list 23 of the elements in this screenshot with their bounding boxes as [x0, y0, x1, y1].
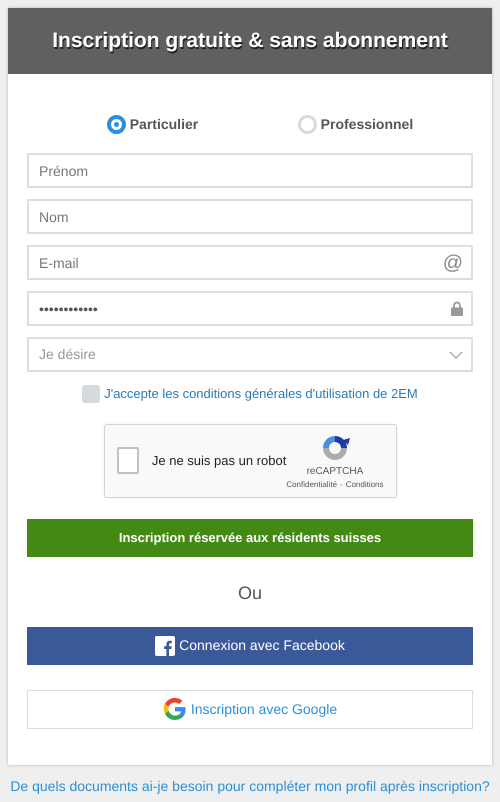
captcha-checkbox[interactable]	[116, 447, 139, 474]
password-field[interactable]: ••••••••••••	[27, 291, 473, 326]
captcha-label: Je ne suis pas un robot	[152, 452, 286, 470]
recaptcha-brand: reCAPTCHA	[306, 465, 364, 479]
terms-link[interactable]: Conditions	[346, 479, 384, 491]
google-button[interactable]: Inscription avec Google	[27, 690, 473, 728]
submit-button[interactable]: Inscription réservée aux résidents suisses	[27, 518, 473, 556]
link-separator: -	[340, 479, 343, 491]
lock-icon	[451, 301, 463, 316]
terms-link[interactable]: J'accepte les conditions générales d'utilisation de 2EM	[104, 384, 418, 404]
input-field[interactable]: Prénom	[27, 153, 473, 188]
privacy-link[interactable]: Confidentialité	[286, 479, 338, 491]
input-field[interactable]: Nom	[27, 199, 473, 234]
account-type-radio[interactable]: Professionnel	[298, 114, 414, 135]
terms-checkbox[interactable]	[82, 384, 100, 403]
separator-text: Ou	[236, 582, 263, 604]
at-sign-icon: @	[442, 252, 463, 272]
google-logo-icon	[162, 697, 187, 721]
account-type-radio[interactable]: Particulier	[106, 114, 198, 135]
header-title: Inscription gratuite & sans abonnement	[52, 28, 448, 54]
chevron-down-icon	[449, 350, 463, 358]
facebook-logo-icon	[155, 636, 176, 656]
facebook-button[interactable]: Connexion avec Facebook	[27, 626, 473, 664]
